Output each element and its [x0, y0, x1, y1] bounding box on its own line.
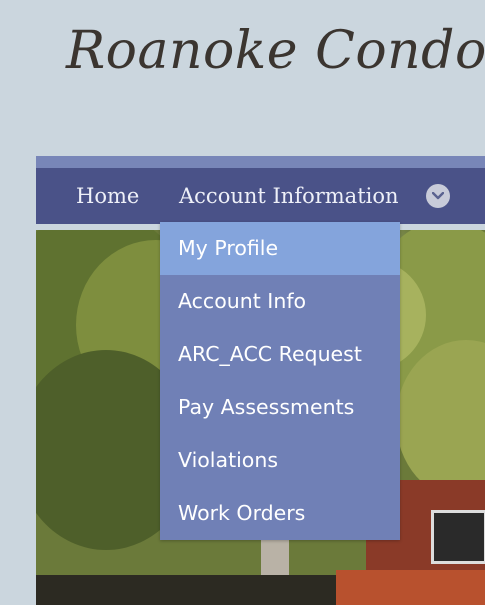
hero-ground [36, 575, 336, 605]
dropdown-item-pay-assessments[interactable]: Pay Assessments [160, 381, 400, 434]
nav-item-home[interactable]: Home [76, 168, 139, 224]
nav-top-strip [36, 156, 485, 168]
page: Roanoke Condominiums Home Account Inform… [0, 0, 485, 605]
dropdown-item-account-info[interactable]: Account Info [160, 275, 400, 328]
nav-item-account-information[interactable]: Account Information [179, 168, 399, 224]
chevron-down-icon[interactable] [426, 184, 450, 208]
dropdown-item-my-profile[interactable]: My Profile [160, 222, 400, 275]
dropdown-item-work-orders[interactable]: Work Orders [160, 487, 400, 540]
chevron-down-icon-glyph [432, 192, 444, 200]
hero-porch [336, 570, 485, 605]
site-title: Roanoke Condominiums [66, 21, 485, 81]
main-navbar: Home Account Information [36, 168, 485, 224]
hero-window [431, 510, 485, 564]
dropdown-item-violations[interactable]: Violations [160, 434, 400, 487]
dropdown-item-arc-acc-request[interactable]: ARC_ACC Request [160, 328, 400, 381]
account-dropdown-menu: My Profile Account Info ARC_ACC Request … [160, 222, 400, 540]
